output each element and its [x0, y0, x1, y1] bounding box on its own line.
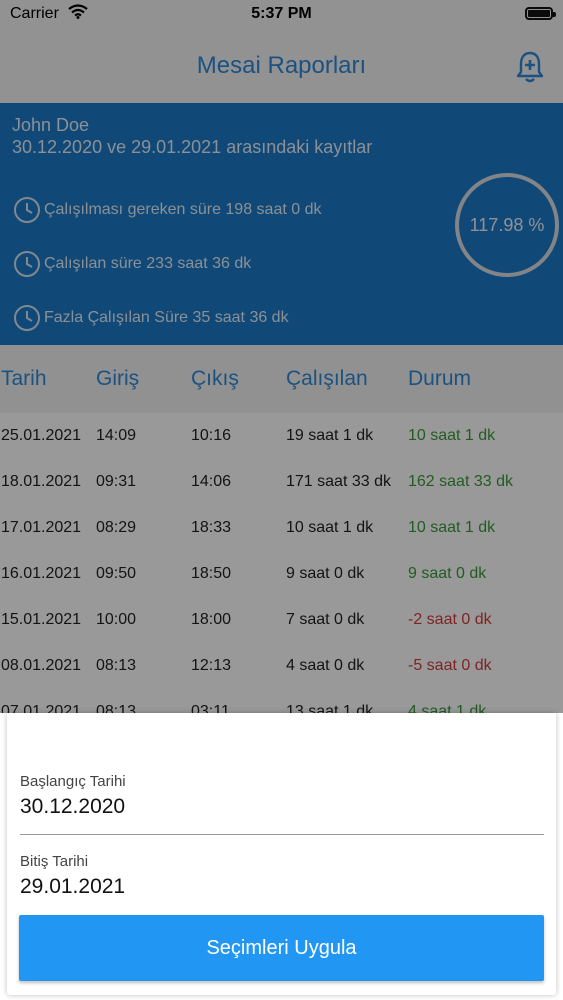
column-header-worked: Çalışılan: [286, 367, 368, 390]
cell-worked: 13 saat 1 dk: [286, 703, 374, 713]
cell-exit: 03:11: [191, 703, 230, 713]
cell-worked: 171 saat 33 dk: [286, 473, 391, 490]
cell-status: 10 saat 1 dk: [408, 427, 496, 444]
required-time-row: Çalışılması gereken süre 198 saat 0 dk: [12, 195, 321, 225]
column-header-status: Durum: [408, 367, 472, 390]
required-time-text: Çalışılması gereken süre 198 saat 0 dk: [44, 201, 322, 218]
column-header-exit: Çıkış: [191, 367, 239, 390]
percent-value: 117.98 %: [469, 214, 545, 235]
cell-date: 17.01.2021: [1, 519, 82, 536]
cell-entry: 08:29: [96, 519, 137, 536]
cell-date: 18.01.2021: [1, 473, 82, 490]
table-row[interactable]: 08.01.2021 08:13 12:13 4 saat 0 dk -5 sa…: [0, 643, 563, 689]
cell-status: -2 saat 0 dk: [408, 611, 492, 628]
bell-plus-icon: [516, 51, 544, 83]
add-reminder-button[interactable]: [515, 50, 545, 84]
status-time: 5:37 PM: [251, 5, 312, 22]
cell-exit: 12:13: [191, 657, 232, 674]
battery-icon: [525, 7, 556, 20]
nav-bar: Mesai Raporları: [0, 30, 563, 103]
cell-entry: 08:13: [96, 703, 137, 713]
end-date-field[interactable]: 29.01.2021: [20, 875, 125, 899]
records-table[interactable]: 25.01.2021 14:09 10:16 19 saat 1 dk 10 s…: [0, 413, 563, 713]
start-date-label: Başlangıç Tarihi: [20, 773, 126, 790]
table-header: Tarih Giriş Çıkış Çalışılan Durum: [0, 345, 563, 413]
end-date-label: Bitiş Tarihi: [20, 853, 89, 870]
cell-worked: 7 saat 0 dk: [286, 611, 365, 628]
table-row[interactable]: 25.01.2021 14:09 10:16 19 saat 1 dk 10 s…: [0, 413, 563, 459]
employee-name: John Doe: [12, 115, 90, 135]
cell-date: 16.01.2021: [1, 565, 82, 582]
cell-exit: 18:50: [191, 565, 232, 582]
cell-exit: 10:16: [191, 427, 232, 444]
clock-icon: [14, 251, 40, 277]
worked-time-text: Çalışılan süre 233 saat 36 dk: [44, 255, 252, 272]
worked-time-row: Çalışılan süre 233 saat 36 dk: [12, 249, 251, 279]
cell-entry: 10:00: [96, 611, 137, 628]
status-bar: Carrier 5:37 PM: [0, 0, 563, 30]
column-header-date: Tarih: [1, 367, 47, 390]
table-row[interactable]: 17.01.2021 08:29 18:33 10 saat 1 dk 10 s…: [0, 505, 563, 551]
cell-entry: 09:31: [96, 473, 137, 490]
cell-exit: 14:06: [191, 473, 232, 490]
clock-icon: [14, 197, 40, 223]
apply-selections-button[interactable]: Seçimleri Uygula: [19, 915, 544, 981]
start-date-field[interactable]: 30.12.2020: [20, 795, 125, 819]
table-row[interactable]: 18.01.2021 09:31 14:06 171 saat 33 dk 16…: [0, 459, 563, 505]
cell-date: 25.01.2021: [1, 427, 82, 444]
cell-status: -5 saat 0 dk: [408, 657, 492, 674]
cell-status: 162 saat 33 dk: [408, 473, 513, 490]
clock-icon: [14, 305, 40, 331]
cell-entry: 14:09: [96, 427, 137, 444]
date-range-text: 30.12.2020 ve 29.01.2021 arasındaki kayı…: [12, 137, 373, 157]
overtime-text: Fazla Çalışılan Süre 35 saat 36 dk: [44, 309, 289, 326]
table-row[interactable]: 15.01.2021 10:00 18:00 7 saat 0 dk -2 sa…: [0, 597, 563, 643]
cell-entry: 09:50: [96, 565, 137, 582]
page-title: Mesai Raporları: [196, 52, 367, 79]
cell-status: 9 saat 0 dk: [408, 565, 487, 582]
cell-status: 10 saat 1 dk: [408, 519, 496, 536]
cell-date: 08.01.2021: [1, 657, 82, 674]
table-row[interactable]: 16.01.2021 09:50 18:50 9 saat 0 dk 9 saa…: [0, 551, 563, 597]
summary-panel: John Doe 30.12.2020 ve 29.01.2021 arasın…: [0, 103, 563, 345]
cell-worked: 10 saat 1 dk: [286, 519, 374, 536]
cell-date: 07.01.2021: [1, 703, 82, 713]
cell-entry: 08:13: [96, 657, 137, 674]
cell-worked: 9 saat 0 dk: [286, 565, 365, 582]
cell-worked: 19 saat 1 dk: [286, 427, 374, 444]
cell-date: 15.01.2021: [1, 611, 82, 628]
table-row[interactable]: 07.01.2021 08:13 03:11 13 saat 1 dk 4 sa…: [0, 689, 563, 713]
column-header-entry: Giriş: [96, 367, 140, 390]
cell-status: 4 saat 1 dk: [408, 703, 487, 713]
start-date-underline: [20, 834, 544, 835]
overtime-row: Fazla Çalışılan Süre 35 saat 36 dk: [12, 303, 289, 333]
cell-exit: 18:00: [191, 611, 232, 628]
date-filter-sheet: Başlangıç Tarihi 30.12.2020 Bitiş Tarihi…: [7, 713, 556, 995]
cell-exit: 18:33: [191, 519, 232, 536]
cell-worked: 4 saat 0 dk: [286, 657, 365, 674]
percent-ring: 117.98 %: [455, 173, 559, 277]
